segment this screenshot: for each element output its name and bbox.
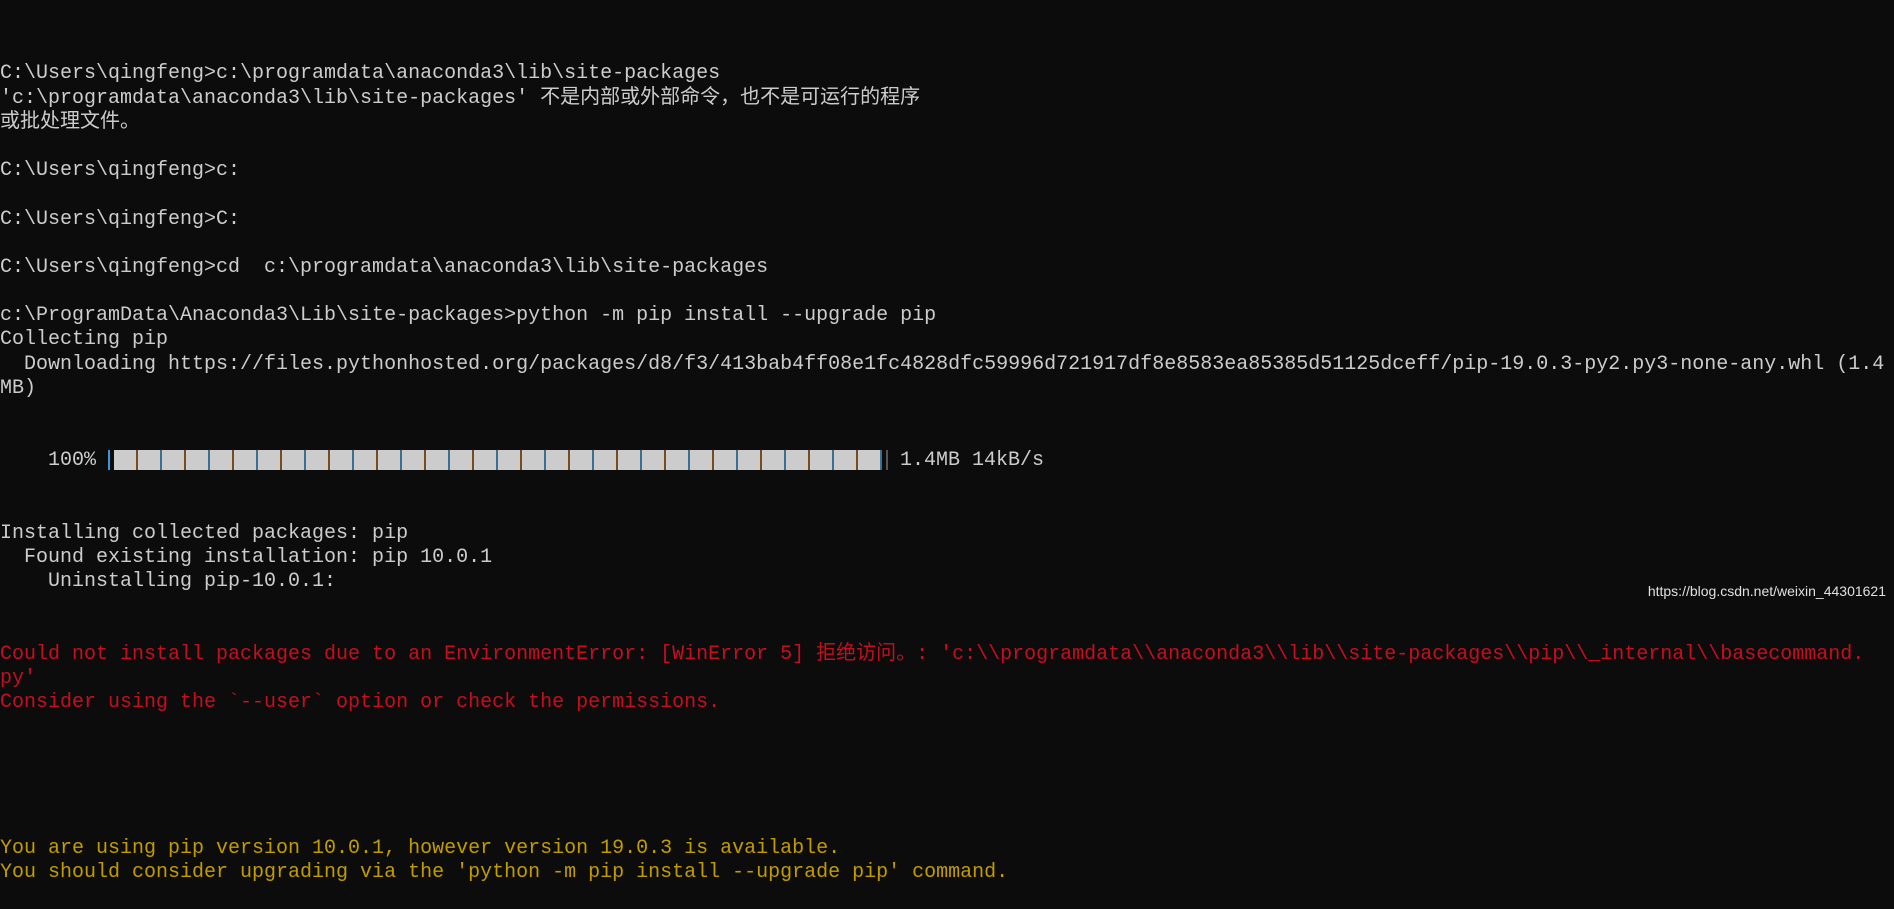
progress-block	[378, 450, 403, 471]
progress-block	[210, 450, 235, 471]
progress-block	[834, 450, 859, 471]
progress-block	[786, 450, 811, 471]
progress-block	[642, 450, 667, 471]
progress-block	[594, 450, 619, 471]
progress-block	[546, 450, 571, 471]
terminal-line: Found existing installation: pip 10.0.1	[0, 546, 493, 570]
terminal-line: C:\Users\qingfeng>C:	[0, 207, 241, 231]
progress-block	[762, 450, 787, 471]
progress-block	[258, 450, 283, 471]
progress-block	[474, 450, 499, 471]
progress-block	[714, 450, 739, 471]
terminal-line: Downloading https://files.pythonhosted.o…	[0, 352, 1885, 376]
terminal-line: c:\ProgramData\Anaconda3\Lib\site-packag…	[0, 304, 937, 328]
progress-block	[402, 450, 427, 471]
progress-block	[450, 450, 475, 471]
error-line: py'	[0, 667, 37, 691]
progress-block	[666, 450, 691, 471]
progress-block	[522, 450, 547, 471]
warning-line: You are using pip version 10.0.1, howeve…	[0, 836, 841, 860]
watermark: https://blog.csdn.net/weixin_44301621	[1647, 583, 1886, 599]
error-line: Could not install packages due to an Env…	[0, 643, 1865, 666]
progress-block	[810, 450, 835, 471]
progress-block	[570, 450, 595, 471]
terminal-line: C:\Users\qingfeng>c:	[0, 159, 241, 183]
progress-block	[354, 450, 379, 471]
terminal-line: C:\Users\qingfeng>c:\programdata\anacond…	[0, 62, 721, 86]
terminal-line: C:\Users\qingfeng>cd c:\programdata\anac…	[0, 255, 769, 279]
terminal-line: Collecting pip	[0, 328, 169, 352]
progress-block	[738, 450, 763, 471]
terminal-line: Uninstalling pip-10.0.1:	[0, 570, 337, 594]
progress-block	[330, 450, 355, 471]
progress-block	[690, 450, 715, 471]
progress-block	[618, 450, 643, 471]
progress-block	[114, 450, 139, 471]
progress-block	[306, 450, 331, 471]
progress-info: 1.4MB 14kB/s	[888, 449, 1045, 473]
progress-percent: 100%	[0, 449, 109, 473]
progress-block	[426, 450, 451, 471]
progress-block	[858, 450, 883, 471]
terminal-output[interactable]: C:\Users\qingfeng>c:\programdata\anacond…	[0, 14, 1894, 909]
progress-block	[186, 450, 211, 471]
terminal-line: 或批处理文件。	[0, 110, 140, 134]
progress-line: 100% 1.4MB 14kB/s	[0, 449, 1894, 473]
progress-block	[234, 450, 259, 471]
progress-block	[138, 450, 163, 471]
progress-block	[162, 450, 187, 471]
progress-block	[498, 450, 523, 471]
terminal-line: MB)	[0, 376, 37, 400]
terminal-line: 'c:\programdata\anaconda3\lib\site-packa…	[0, 86, 921, 110]
progress-block	[282, 450, 307, 471]
terminal-line: Installing collected packages: pip	[0, 522, 409, 546]
error-line: Consider using the `--user` option or ch…	[0, 691, 721, 715]
warning-line: You should consider upgrading via the 'p…	[0, 860, 1009, 884]
progress-bar	[108, 450, 889, 471]
